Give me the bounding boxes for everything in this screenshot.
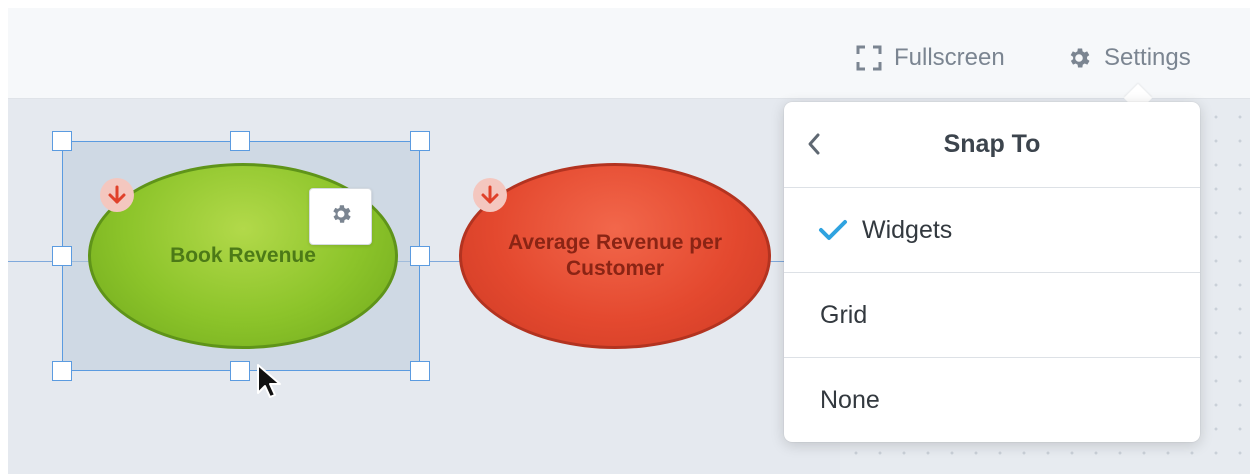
resize-handle-left[interactable]: [52, 246, 72, 266]
snap-option-label: Grid: [820, 300, 868, 329]
top-toolbar: Fullscreen Settings: [8, 8, 1250, 99]
chevron-left-icon[interactable]: [806, 130, 822, 163]
resize-handle-bottom-right[interactable]: [410, 361, 430, 381]
snap-to-title: Snap To: [943, 130, 1041, 158]
resize-handle-top-left[interactable]: [52, 131, 72, 151]
resize-handle-bottom-left[interactable]: [52, 361, 72, 381]
snap-option-grid[interactable]: Grid: [784, 273, 1200, 358]
resize-handle-top-right[interactable]: [410, 131, 430, 151]
snap-option-widgets[interactable]: Widgets: [784, 188, 1200, 273]
snap-option-none[interactable]: None: [784, 358, 1200, 442]
snap-to-menu: Snap To Widgets Grid None: [784, 102, 1200, 442]
resize-handle-top[interactable]: [230, 131, 250, 151]
widget-settings-button[interactable]: [309, 188, 372, 245]
fullscreen-icon: [856, 45, 882, 71]
settings-label: Settings: [1104, 44, 1191, 71]
resize-handle-bottom[interactable]: [230, 361, 250, 381]
widget-label: Average Revenue per Customer: [508, 231, 722, 280]
mouse-cursor-icon: [256, 363, 286, 406]
snap-option-label: None: [820, 386, 880, 414]
widget-label: Book Revenue: [170, 244, 316, 267]
checkmark-icon: [818, 218, 848, 242]
settings-button[interactable]: Settings: [1066, 44, 1191, 72]
snap-option-label: Widgets: [862, 215, 953, 244]
arrow-down-icon: [100, 178, 134, 212]
arrow-down-icon: [473, 178, 507, 212]
gear-icon: [1066, 45, 1092, 71]
fullscreen-label: Fullscreen: [894, 44, 1005, 71]
resize-handle-right[interactable]: [410, 246, 430, 266]
snap-to-header: Snap To: [784, 102, 1200, 188]
fullscreen-button[interactable]: Fullscreen: [856, 44, 1005, 72]
gear-icon: [329, 202, 353, 231]
